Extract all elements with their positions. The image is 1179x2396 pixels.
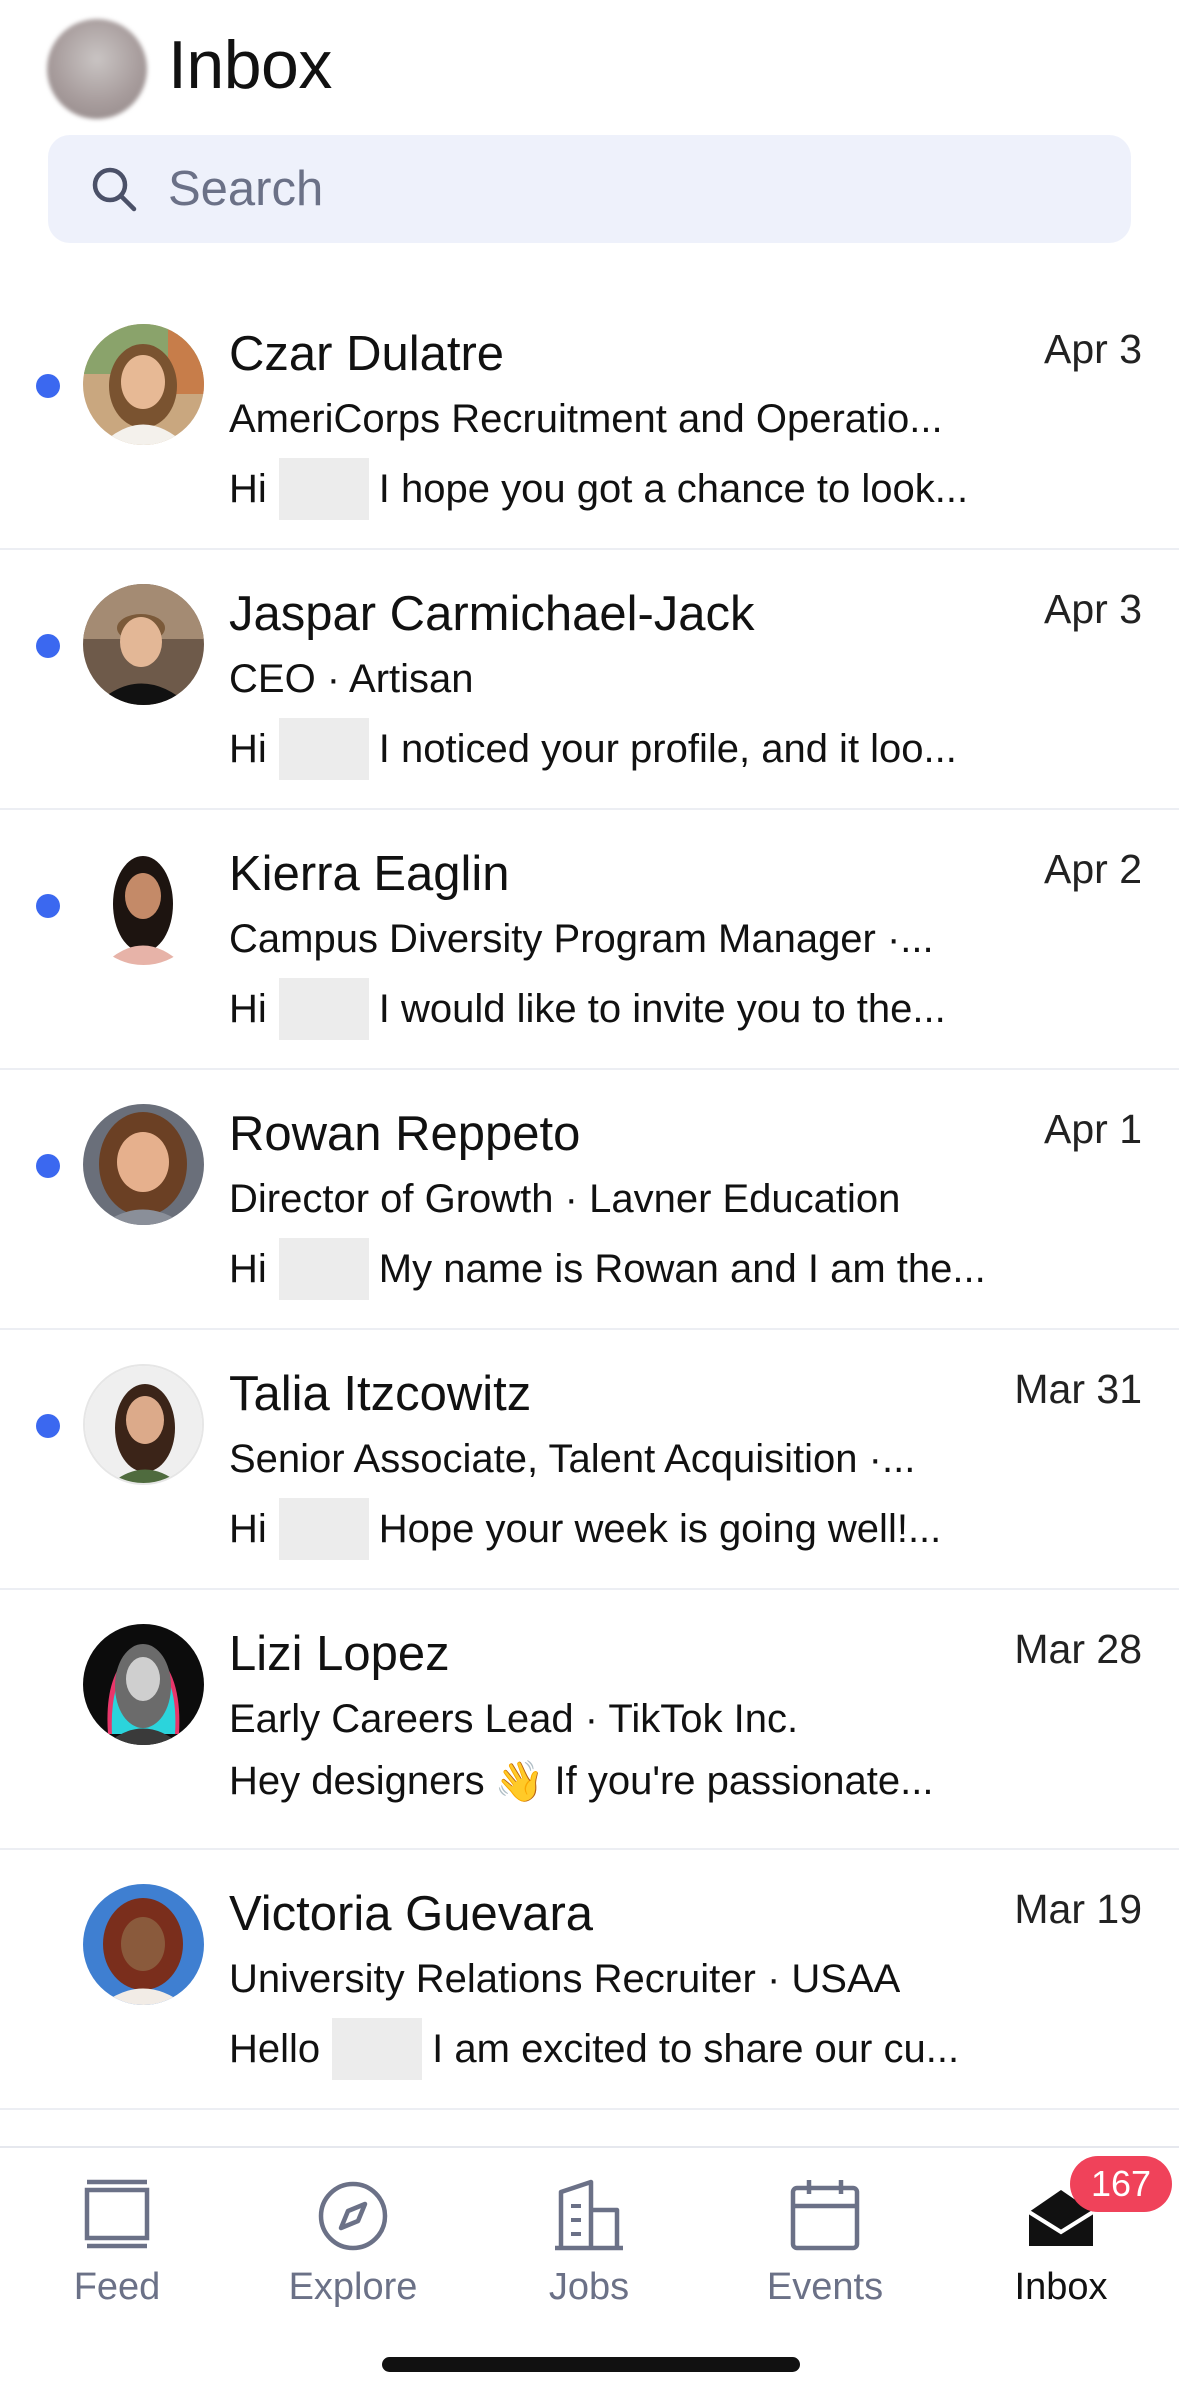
unread-dot — [36, 374, 60, 398]
message-row[interactable]: Czar Dulatre Apr 3 AmeriCorps Recruitmen… — [0, 290, 1179, 550]
redacted-name — [332, 2018, 423, 2080]
message-row[interactable]: Victoria Guevara Mar 19 University Relat… — [0, 1850, 1179, 2110]
redacted-name — [278, 1238, 369, 1300]
message-date: Apr 2 — [1044, 846, 1142, 892]
sender-name: Rowan Reppeto — [229, 1107, 581, 1161]
sender-subtitle: Director of Growth · Lavner Education — [229, 1177, 901, 1221]
preview-text: I am excited to share our cu... — [432, 2026, 960, 2071]
sender-name: Jaspar Carmichael-Jack — [229, 587, 755, 641]
message-date: Mar 31 — [1014, 1366, 1142, 1412]
preview-greeting: Hi — [229, 466, 267, 511]
profile-avatar[interactable] — [47, 19, 147, 119]
message-preview: Hi I noticed your profile, and it loo... — [229, 718, 957, 780]
message-date: Mar 19 — [1014, 1886, 1142, 1932]
sender-subtitle: University Relations Recruiter · USAA — [229, 1957, 901, 2001]
preview-greeting: Hi — [229, 726, 267, 771]
avatar[interactable] — [83, 1364, 204, 1485]
tab-events[interactable]: Events — [725, 2164, 925, 2314]
message-row[interactable]: Lizi Lopez Mar 28 Early Careers Lead · T… — [0, 1590, 1179, 1850]
redacted-name — [278, 978, 369, 1040]
sender-subtitle: Campus Diversity Program Manager ·... — [229, 917, 934, 961]
message-preview: Hey designers 👋 If you're passionate... — [229, 1758, 933, 1805]
tab-label: Inbox — [1014, 2266, 1108, 2308]
message-date: Mar 28 — [1014, 1626, 1142, 1672]
tab-label: Feed — [73, 2266, 161, 2308]
sender-subtitle: Early Careers Lead · TikTok Inc. — [229, 1697, 799, 1741]
preview-greeting: Hi — [229, 986, 267, 1031]
unread-dot — [36, 1154, 60, 1178]
preview-greeting: Hey designers — [229, 1759, 485, 1803]
message-row[interactable]: Jaspar Carmichael-Jack Apr 3 CEO · Artis… — [0, 550, 1179, 810]
message-preview: Hi I hope you got a chance to look... — [229, 458, 968, 520]
sender-subtitle: Senior Associate, Talent Acquisition ·..… — [229, 1437, 916, 1481]
preview-text: I would like to invite you to the... — [378, 986, 946, 1031]
message-date: Apr 1 — [1044, 1106, 1142, 1152]
message-preview: Hello I am excited to share our cu... — [229, 2018, 959, 2080]
preview-greeting: Hi — [229, 1246, 267, 1291]
avatar[interactable] — [83, 1884, 204, 2005]
message-row[interactable]: Kierra Eaglin Apr 2 Campus Diversity Pro… — [0, 810, 1179, 1070]
unread-dot — [36, 1414, 60, 1438]
redacted-name — [278, 1498, 369, 1560]
avatar[interactable] — [83, 324, 204, 445]
sender-name: Kierra Eaglin — [229, 847, 510, 901]
avatar[interactable] — [83, 1624, 204, 1745]
preview-text: Hope your week is going well!... — [378, 1506, 942, 1551]
avatar[interactable] — [83, 584, 204, 705]
avatar[interactable] — [83, 1104, 204, 1225]
preview-greeting: Hi — [229, 1506, 267, 1551]
redacted-name — [278, 458, 369, 520]
inbox-unread-badge: 167 — [1070, 2156, 1172, 2212]
preview-text: I noticed your profile, and it loo... — [378, 726, 957, 771]
preview-text: My name is Rowan and I am the... — [378, 1246, 986, 1291]
tab-explore[interactable]: Explore — [253, 2164, 453, 2314]
preview-text: I hope you got a chance to look... — [378, 466, 969, 511]
tab-label: Events — [766, 2266, 884, 2308]
compass-icon — [318, 2181, 388, 2251]
preview-text: If you're passionate... — [554, 1759, 934, 1803]
tab-label: Jobs — [548, 2266, 630, 2308]
redacted-name — [278, 718, 369, 780]
sender-name: Talia Itzcowitz — [229, 1367, 532, 1421]
message-preview: Hi My name is Rowan and I am the... — [229, 1238, 986, 1300]
message-row[interactable]: Talia Itzcowitz Mar 31 Senior Associate,… — [0, 1330, 1179, 1590]
header: Inbox — [0, 0, 1179, 130]
preview-greeting: Hello — [229, 2026, 321, 2071]
feed-icon — [84, 2179, 150, 2249]
page-title: Inbox — [168, 27, 332, 103]
message-date: Apr 3 — [1044, 586, 1142, 632]
search-icon — [92, 167, 137, 212]
tab-label: Explore — [288, 2266, 418, 2308]
avatar[interactable] — [83, 844, 204, 965]
tab-jobs[interactable]: Jobs — [489, 2164, 689, 2314]
sender-name: Czar Dulatre — [229, 327, 505, 381]
sender-subtitle: AmeriCorps Recruitment and Operatio... — [229, 397, 943, 441]
calendar-icon — [790, 2180, 860, 2251]
unread-dot — [36, 634, 60, 658]
waving-hand-icon: 👋 — [494, 1760, 545, 1804]
message-date: Apr 3 — [1044, 326, 1142, 372]
search-input[interactable] — [168, 135, 1088, 243]
tab-feed[interactable]: Feed — [17, 2164, 217, 2314]
message-preview: Hi Hope your week is going well!... — [229, 1498, 941, 1560]
message-row[interactable]: Rowan Reppeto Apr 1 Director of Growth ·… — [0, 1070, 1179, 1330]
search-bar[interactable] — [48, 135, 1131, 243]
sender-name: Victoria Guevara — [229, 1887, 594, 1941]
sender-subtitle: CEO · Artisan — [229, 657, 474, 701]
home-indicator — [382, 2357, 800, 2372]
sender-name: Lizi Lopez — [229, 1627, 450, 1681]
unread-dot — [36, 894, 60, 918]
message-preview: Hi I would like to invite you to the... — [229, 978, 946, 1040]
building-icon — [555, 2179, 623, 2251]
